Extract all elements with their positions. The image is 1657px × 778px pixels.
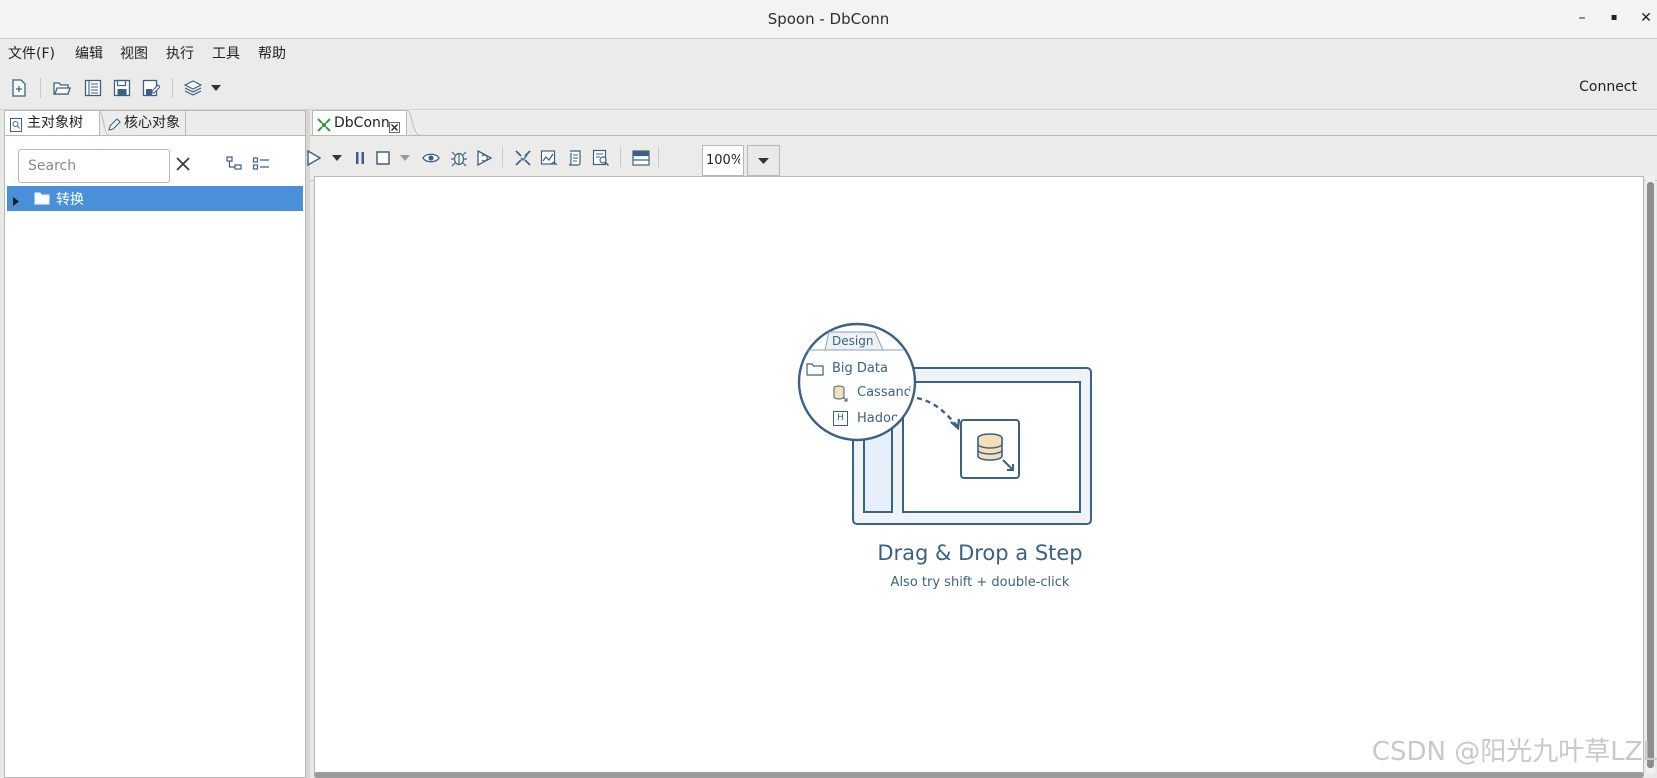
tab-curve [406,110,420,135]
stop-options-dropdown-icon[interactable] [398,147,412,169]
stop-icon[interactable] [374,147,392,169]
left-panel-tabs: 主对象树 核心对象 [5,111,305,136]
impact-icon[interactable] [538,147,560,169]
illustration-folder-label: Big Data [832,361,888,376]
folder-icon [806,363,824,376]
menu-view[interactable]: 视图 [120,43,148,63]
illustration-magnifier: Design Big Data Cassandr H Hadoo [799,322,911,436]
hadoop-badge-icon: H [833,411,848,426]
search-input[interactable] [18,149,170,183]
tab-dbconn[interactable]: DbConn [312,110,407,135]
sql-icon[interactable] [564,147,586,169]
horizontal-scrollbar[interactable] [314,772,1644,778]
run-icon[interactable] [304,147,324,169]
toolbar-separator [620,147,621,167]
vertical-scrollbar[interactable] [1646,176,1655,774]
illustration-tab-label: Design [832,334,874,348]
show-results-icon[interactable] [630,147,652,169]
new-file-icon[interactable] [8,77,30,99]
tree-item-transformation[interactable]: 转换 [7,186,303,211]
menu-edit[interactable]: 编辑 [75,43,103,63]
pencil-icon [107,116,121,140]
close-window-button[interactable]: ✕ [1634,6,1657,30]
tree-search-icon [10,116,22,140]
main-toolbar: Connect [0,67,1657,110]
verify-icon[interactable] [512,147,534,169]
menu-bar: 文件(F) 编辑 视图 执行 工具 帮助 [0,39,1657,67]
connect-button[interactable]: Connect [1579,79,1637,95]
explore-db-icon[interactable] [590,147,612,169]
object-tree-panel: 主对象树 核心对象 转换 [4,110,306,778]
drag-drop-headline: Drag & Drop a Step [877,541,1083,565]
illustration-item-cassandra: Cassandr [857,385,911,400]
cassandra-icon [833,385,848,402]
toolbar-separator [172,78,173,98]
expand-arrow-icon[interactable] [13,194,19,210]
title-bar: Spoon - DbConn – ▪ ✕ [0,0,1657,39]
explore-repository-icon[interactable] [82,77,104,99]
save-icon[interactable] [111,77,133,99]
transformation-canvas[interactable]: Design Big Data Cassandr H Hadoo Drag & … [314,176,1644,774]
replay-icon[interactable] [474,147,496,169]
zoom-dropdown-button[interactable] [747,145,780,176]
open-file-icon[interactable] [51,77,73,99]
tab-label: 核心对象 [124,115,180,131]
collapse-tree-icon[interactable] [225,155,243,173]
illustration-item-hadoop: Hadoo [857,411,899,426]
maximize-button[interactable]: ▪ [1602,6,1626,30]
dropdown-arrow-icon[interactable] [208,77,224,99]
run-options-dropdown-icon[interactable] [330,147,344,169]
watermark-text: CSDN @阳光九叶草LZL [1371,737,1657,767]
tab-label: DbConn [334,115,390,131]
menu-file[interactable]: 文件(F) [8,43,55,63]
debug-icon[interactable] [448,147,470,169]
zoom-input[interactable] [702,145,744,176]
tree-item-label: 转换 [56,192,84,208]
menu-help[interactable]: 帮助 [258,43,286,63]
editor-tabs: DbConn [310,110,1657,136]
transformation-toolbar [307,136,1657,181]
minimize-button[interactable]: – [1570,6,1594,30]
pause-icon[interactable] [352,147,368,169]
tab-core-objects[interactable]: 核心对象 [105,111,186,135]
tab-label: 主对象树 [27,115,83,131]
window-title: Spoon - DbConn [767,10,890,28]
expand-tree-icon[interactable] [252,155,270,173]
clear-search-icon[interactable] [173,154,193,174]
menu-tools[interactable]: 工具 [212,43,240,63]
toolbar-separator [658,147,659,167]
editor-panel: DbConn 100% Design Big Data Cassand H Ha… [307,110,1657,778]
toolbar-separator [40,78,41,98]
save-as-icon[interactable] [140,77,162,99]
layers-icon[interactable] [182,77,204,99]
chevron-down-icon [758,157,769,164]
drag-drop-subtext: Also try shift + double-click [890,575,1070,590]
menu-run[interactable]: 执行 [166,43,194,63]
scrollbar-thumb[interactable] [1647,182,1654,768]
folder-icon [34,191,50,209]
tab-main-object-tree[interactable]: 主对象树 [5,111,100,135]
preview-icon[interactable] [420,147,442,169]
toolbar-separator [502,147,503,167]
